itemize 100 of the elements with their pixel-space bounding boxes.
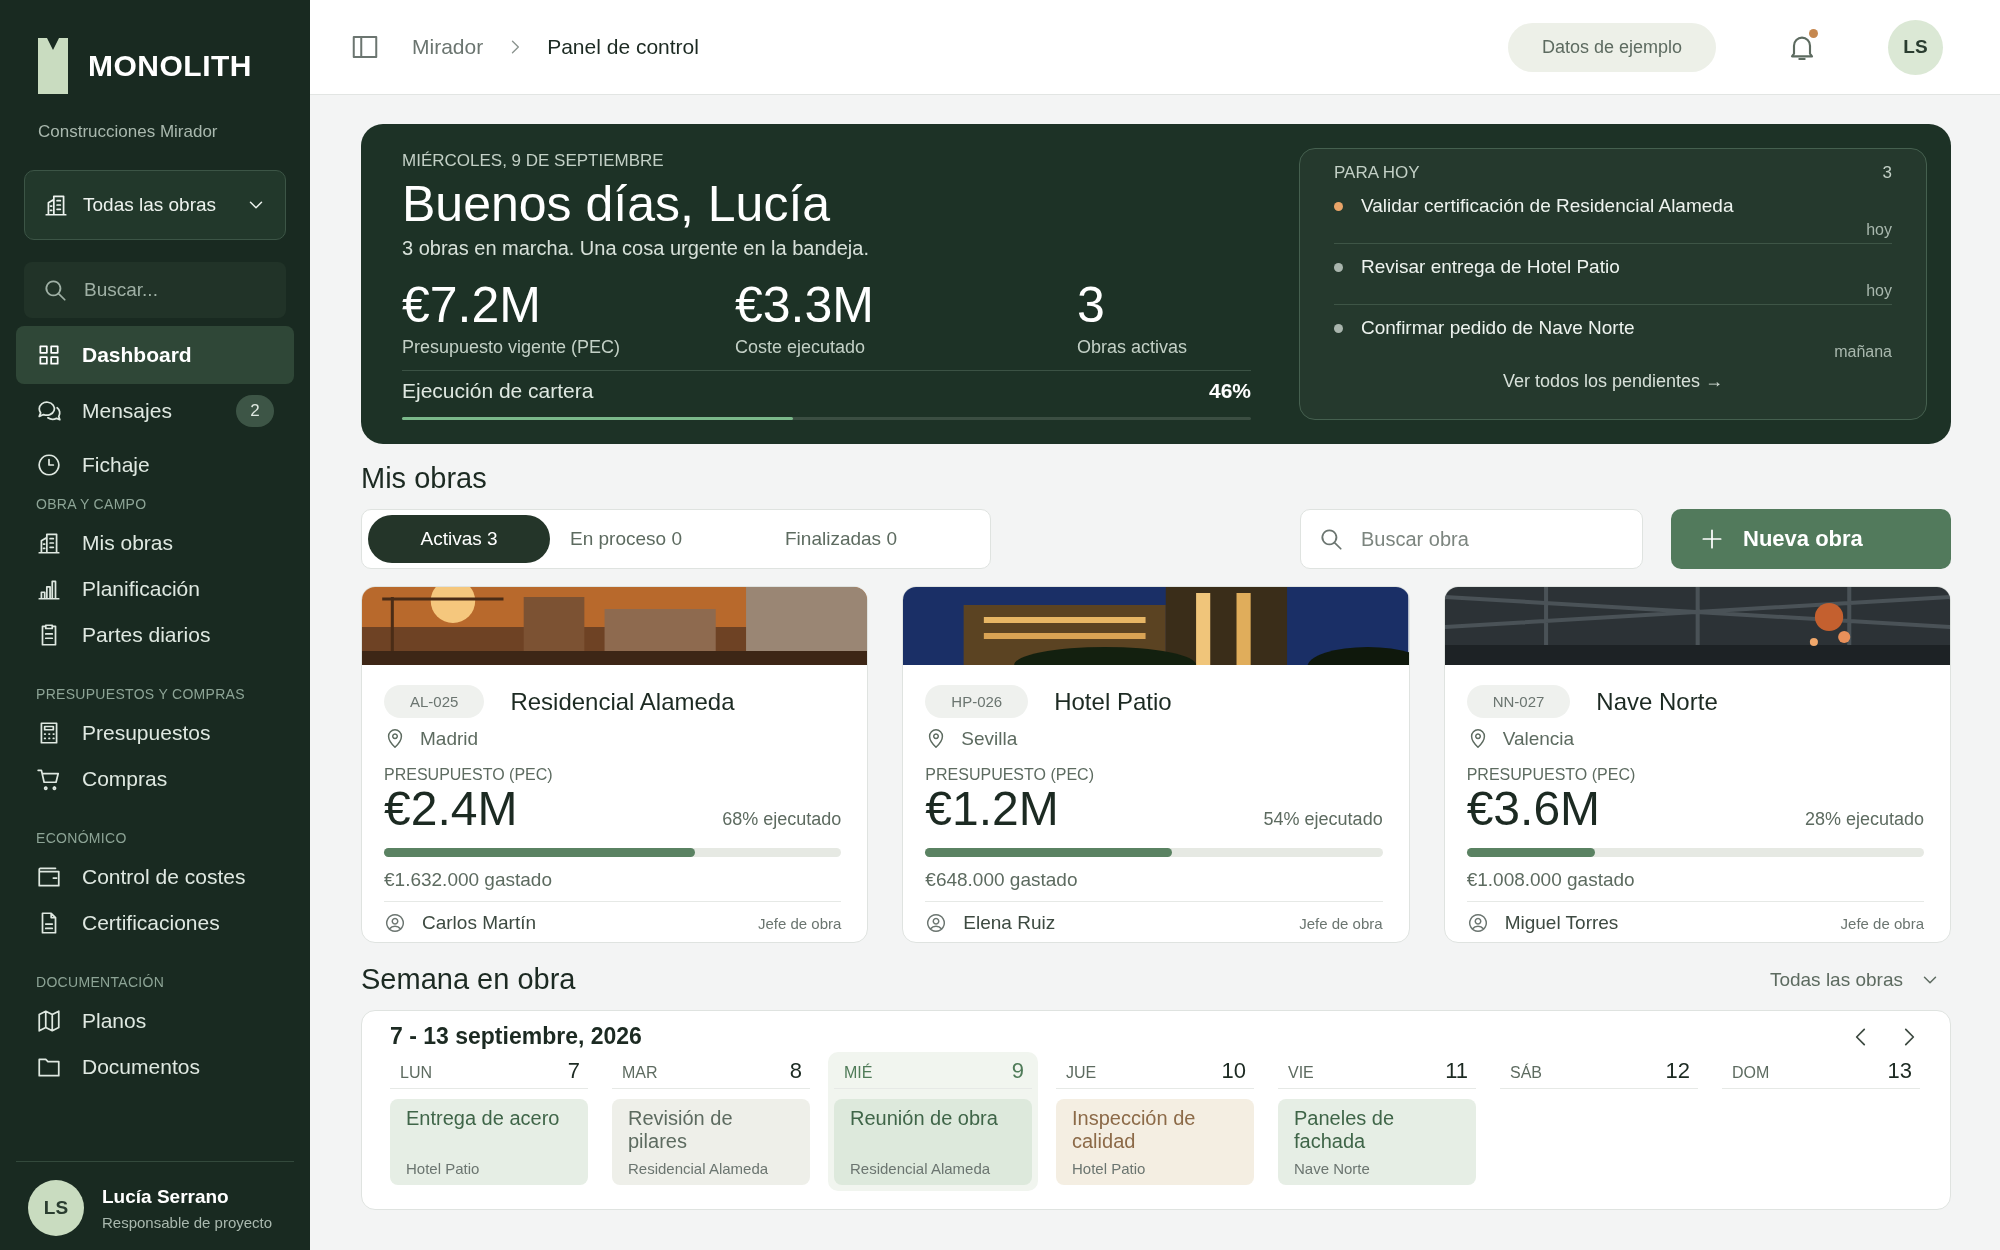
stat-label: Presupuesto vigente (PEC): [402, 337, 622, 358]
summary-text: 3 obras en marcha. Una cosa urgente en la bandeja.: [402, 237, 870, 260]
cart-icon: [36, 766, 62, 792]
project-selector[interactable]: Todas las obras: [24, 170, 286, 240]
event-place: Hotel Patio: [1072, 1160, 1147, 1178]
event-place: Nave Norte: [1294, 1160, 1371, 1178]
sample-data-badge: Datos de ejemplo: [1507, 22, 1716, 72]
section-heading: PRESUPUESTOS Y COMPRAS: [35, 685, 246, 704]
nav-item[interactable]: Presupuestos: [16, 710, 294, 756]
calendar-event[interactable]: Reunión de obra Residencial Alameda: [834, 1099, 1032, 1186]
manager-role: Jefe de obra: [1299, 914, 1383, 932]
nav-item[interactable]: Documentos: [16, 1044, 294, 1090]
user-avatar[interactable]: LS: [28, 1180, 84, 1236]
manager-name: Miguel Torres: [1504, 912, 1620, 935]
company-name: Construcciones Mirador: [37, 122, 219, 142]
nav-item[interactable]: Mensajes 2: [16, 384, 294, 438]
nav-item[interactable]: Planos: [16, 998, 294, 1044]
project-city: Sevilla: [961, 728, 1018, 750]
todo-text[interactable]: Confirmar pedido de Nave Norte: [1361, 317, 1635, 339]
day-number: 7: [567, 1058, 580, 1085]
project-code: HP-026: [925, 685, 1029, 718]
logo-icon: [38, 38, 68, 94]
executed-percentage: 28% ejecutado: [1804, 809, 1924, 830]
day-number: 11: [1445, 1058, 1468, 1085]
weekday-label: LUN: [400, 1064, 432, 1083]
breadcrumb: Panel de control: [547, 35, 699, 59]
nav-item[interactable]: Planificación: [16, 566, 294, 612]
budget-value: €3.6M: [1466, 784, 1601, 835]
weekday-label: MAR: [622, 1064, 658, 1083]
due-label: hoy: [1865, 282, 1892, 300]
budget-value: €2.4M: [384, 784, 518, 835]
executed-percentage: 54% ejecutado: [1263, 809, 1383, 830]
spent-amount: €648.000 gastado: [925, 869, 1383, 903]
day-number: 13: [1887, 1058, 1912, 1085]
nav-item[interactable]: Certificaciones: [16, 900, 294, 946]
search-icon: [1318, 526, 1344, 552]
calendar-event[interactable]: Paneles de fachada Nave Norte: [1278, 1099, 1476, 1186]
search-icon: [42, 277, 68, 303]
due-label: hoy: [1865, 221, 1892, 239]
calendar-event[interactable]: Entrega de acero Hotel Patio: [390, 1099, 588, 1186]
project-name: Nave Norte: [1596, 687, 1718, 716]
building-icon: [43, 192, 69, 218]
nav-item[interactable]: Dashboard: [16, 326, 294, 384]
grid-icon: [36, 342, 62, 368]
filter-tab[interactable]: Activas 3: [368, 515, 550, 563]
budget-label: PRESUPUESTO (PEC): [925, 766, 1095, 784]
user-icon: [384, 912, 406, 935]
calendar-event[interactable]: Revisión de pilares Residencial Alameda: [612, 1099, 810, 1186]
clock-icon: [36, 452, 62, 478]
spent-amount: €1.008.000 gastado: [1466, 869, 1924, 903]
breadcrumb[interactable]: Mirador: [412, 35, 484, 59]
nav-item[interactable]: Mis obras: [16, 520, 294, 566]
project-code: AL-025: [384, 685, 485, 718]
nav-item[interactable]: Control de costes: [16, 854, 294, 900]
section-heading: OBRA Y CAMPO: [35, 495, 148, 514]
manager-name: Carlos Martín: [422, 912, 538, 935]
filter-tab[interactable]: En proceso 0: [550, 515, 750, 563]
nav-item[interactable]: Fichaje: [16, 438, 294, 492]
manager-role: Jefe de obra: [1840, 914, 1924, 932]
project-card[interactable]: AL-025 Residencial Alameda Madrid PRESUPUESTO (PEC) €2.4M 68% ejecutado €1.632.000 gastado Carlos Martín Jefe de obra: [361, 586, 869, 944]
due-label: mañana: [1833, 343, 1892, 361]
user-role: Responsable de proyecto: [102, 1213, 273, 1231]
event-title: Revisión de pilares: [628, 1107, 734, 1154]
search-field[interactable]: Buscar obra: [1300, 509, 1643, 569]
weekday-label: DOM: [1732, 1064, 1770, 1083]
budget-label: PRESUPUESTO (PEC): [1466, 766, 1637, 784]
day-number: 8: [789, 1058, 802, 1085]
nav-item[interactable]: Partes diarios: [16, 612, 294, 658]
view-all-link[interactable]: Ver todos los pendientes →: [1502, 371, 1724, 391]
greeting: Buenos días, Lucía: [402, 175, 832, 233]
section-title: Mis obras: [361, 462, 488, 495]
filter-tab[interactable]: Finalizadas 0: [750, 515, 932, 563]
project-name: Residencial Alameda: [510, 687, 735, 716]
project-card[interactable]: NN-027 Nave Norte Valencia PRESUPUESTO (PEC) €3.6M 28% ejecutado €1.008.000 gastado Miguel Torres Jefe de obra: [1443, 586, 1951, 944]
progress-reading: 46%: [1208, 379, 1251, 403]
day-number: 12: [1665, 1058, 1690, 1085]
map-icon: [36, 1008, 62, 1034]
calendar-event[interactable]: Inspección de calidad Hotel Patio: [1056, 1099, 1254, 1186]
user-avatar[interactable]: LS: [1888, 19, 1943, 75]
wallet-icon: [36, 864, 62, 890]
event-title: Paneles de fachada: [1294, 1107, 1396, 1154]
todo-text[interactable]: Validar certificación de Residencial Alameda: [1361, 195, 1734, 217]
weekday-label: JUE: [1066, 1064, 1097, 1083]
project-code: NN-027: [1466, 685, 1571, 718]
event-title: Reunión de obra: [850, 1107, 999, 1131]
weekday-label: VIE: [1288, 1064, 1314, 1083]
weekday-label: MIÉ: [844, 1064, 873, 1083]
todo-text[interactable]: Revisar entrega de Hotel Patio: [1361, 256, 1620, 278]
nav-item[interactable]: Compras: [16, 756, 294, 802]
section-heading: DOCUMENTACIÓN: [35, 973, 166, 992]
project-filter[interactable]: Todas las obras: [1769, 968, 1951, 991]
stat-label: Coste ejecutado: [735, 337, 867, 358]
event-place: Hotel Patio: [406, 1160, 481, 1178]
search-field[interactable]: Buscar...: [24, 262, 286, 318]
project-card[interactable]: HP-026 Hotel Patio Sevilla PRESUPUESTO (PEC) €1.2M 54% ejecutado €648.000 gastado Elena Ruiz Jefe de obra: [902, 586, 1410, 944]
spent-amount: €1.632.000 gastado: [384, 869, 842, 903]
budget-label: PRESUPUESTO (PEC): [384, 766, 554, 784]
event-title: Entrega de acero: [406, 1107, 561, 1131]
new-project-button[interactable]: Nueva obra: [1671, 509, 1951, 569]
stat-value: €7.2M: [402, 278, 542, 333]
